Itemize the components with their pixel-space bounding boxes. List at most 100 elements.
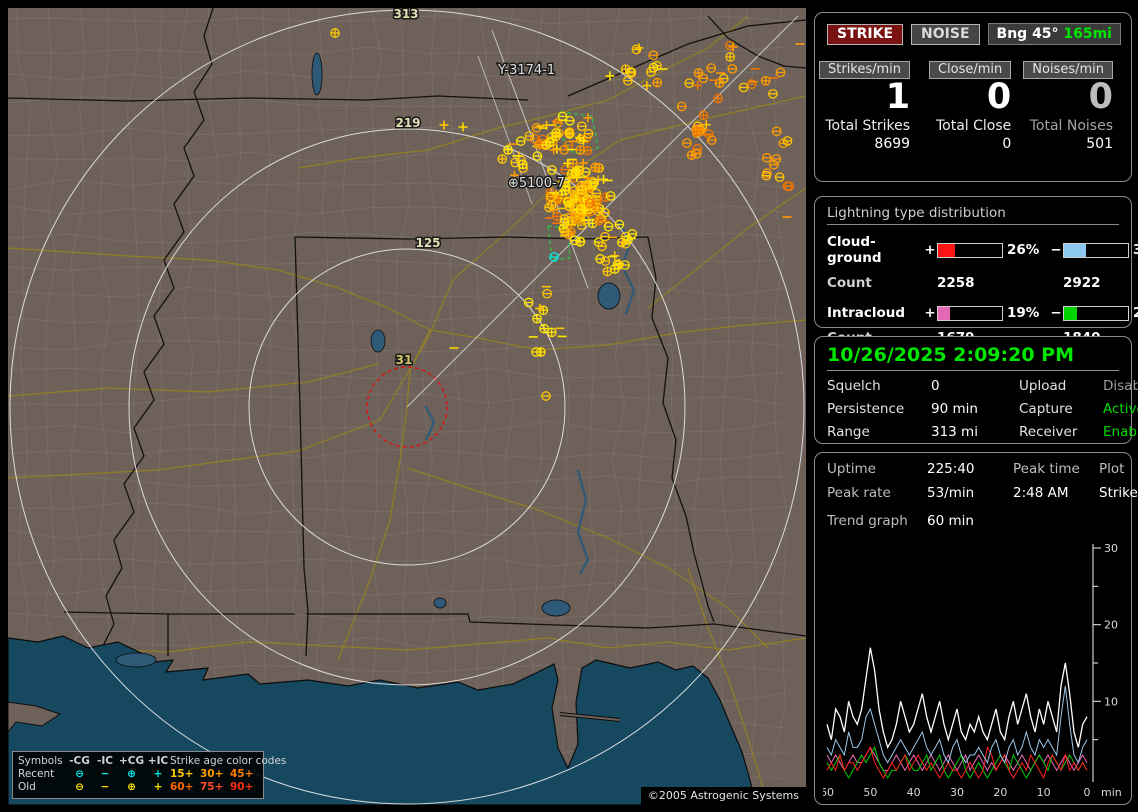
pos-cg-old-icon: ⊕ [127,781,136,793]
noises-per-min-value: 0 [1088,77,1113,117]
lightning-map[interactable]: 313 219 125 31 Y-3174-1 ⊕5100-7 Symbols -CG -… [8,8,806,805]
uptime-label: Uptime [827,461,876,477]
svg-text:31: 31 [396,353,413,367]
total-close-label: Total Close [935,117,1012,134]
peak-rate-value: 53/min [927,485,975,501]
minus-sign: − [1050,305,1062,321]
svg-text:0: 0 [1084,786,1091,799]
svg-text:10: 10 [1104,695,1118,708]
svg-text:30: 30 [1104,542,1118,555]
svg-text:20: 20 [1104,619,1118,632]
ic-negative-bar [1063,305,1129,321]
total-strikes-value: 8699 [874,135,911,152]
copyright-notice: ©2005 Astrogenic Systems [640,787,806,805]
session-panel: 10/26/2025 2:09:20 PM Squelch 0 Upload D… [814,336,1138,444]
cg-negative-count: 2922 [1063,275,1101,291]
cg-negative-pct: 34% [1133,242,1138,258]
neg-cg-old-icon: ⊖ [75,781,84,793]
close-column: Close/min 0 Total Close 0 [922,58,1023,152]
age-90: 90+ [230,781,254,793]
svg-text:60: 60 [823,786,834,799]
legend-row-old-label: Old [18,781,36,793]
current-datetime: 10/26/2025 2:09:20 PM [827,344,1119,371]
total-noises-value: 501 [1086,135,1113,152]
lightning-distribution-panel: Lightning type distribution Cloud-ground… [814,196,1138,346]
squelch-value: 0 [931,378,940,394]
receiver-status: Enabled [1103,424,1138,440]
trend-graph-label: Trend graph [827,513,908,529]
capture-status: Active [1103,401,1138,417]
legend-col-nic: -IC [97,755,113,767]
peak-time-label: Peak time [1013,461,1080,477]
peak-rate-label: Peak rate [827,485,891,501]
distribution-title: Lightning type distribution [827,205,1119,225]
total-strikes-label: Total Strikes [825,117,911,134]
svg-text:Y-3174-1: Y-3174-1 [497,63,555,78]
ic-negative-pct: 21% [1133,305,1138,321]
svg-text:⊕5100-7: ⊕5100-7 [508,176,565,191]
bearing-distance: 165mi [1063,26,1112,42]
peak-time-value: 2:48 AM [1013,485,1069,501]
legend-symbols-header: Symbols [18,755,63,767]
strike-mode-button[interactable]: STRIKE [827,23,904,45]
pos-ic-recent-icon: + [153,768,163,780]
age-30: 30+ [200,768,224,780]
noises-column: Noises/min 0 Total Noises 501 [1023,58,1125,152]
legend-col-pic: +IC [147,755,169,767]
minus-sign: − [1050,242,1062,258]
upload-label: Upload [1019,378,1067,394]
noise-mode-button[interactable]: NOISE [911,23,980,45]
bearing-value: Bng 45° [996,26,1059,42]
cg-positive-pct: 26% [1007,242,1040,258]
age-60: 60+ [170,781,194,793]
strikes-per-min-value: 1 [885,77,911,117]
legend-col-ncg: -CG [69,755,90,767]
app-window: { "status": { "strike_btn": "STRIKE", "n… [0,0,1138,812]
uptime-value: 225:40 [927,461,975,477]
svg-text:30: 30 [950,786,964,799]
svg-text:125: 125 [415,236,440,250]
stats-trend-panel: Uptime 225:40 Peak time Plot Peak rate 5… [814,452,1138,805]
plot-value: Strike [1099,485,1138,501]
persistence-value: 90 min [931,401,978,417]
plus-sign: + [924,242,936,258]
trend-graph: 10 20 30 60 50 40 30 20 10 0 min [823,542,1122,799]
range-label: Range [827,424,870,440]
total-noises-label: Total Noises [1029,117,1113,134]
range-value: 313 mi [931,424,978,440]
svg-text:40: 40 [907,786,921,799]
cg-positive-bar [937,242,1003,258]
legend-age-header: Strike age color codes [170,755,287,767]
squelch-label: Squelch [827,378,881,394]
total-close-value: 0 [1002,135,1012,152]
pos-ic-old-icon: + [153,781,163,793]
intracloud-label: Intracloud [827,305,906,321]
age-15: 15+ [170,768,194,780]
trend-window-value: 60 min [927,513,974,529]
cg-positive-count: 2258 [937,275,975,291]
bearing-readout: Bng 45° 165mi [987,23,1121,45]
cg-negative-bar [1063,242,1129,258]
neg-cg-recent-icon: ⊖ [75,768,84,780]
persistence-label: Persistence [827,401,905,417]
capture-label: Capture [1019,401,1073,417]
legend-row-recent-label: Recent [18,768,55,780]
svg-text:50: 50 [863,786,877,799]
neg-ic-old-icon: − [100,781,110,793]
cg-count-label: Count [827,275,872,291]
plot-label: Plot [1099,461,1125,477]
map-canvas[interactable]: 313 219 125 31 Y-3174-1 ⊕5100-7 [8,8,806,805]
strikes-column: Strikes/min 1 Total Strikes 8699 [819,58,922,152]
neg-ic-recent-icon: − [100,768,110,780]
receiver-label: Receiver [1019,424,1078,440]
strike-counter-panel: STRIKE NOISE Bng 45° 165mi Strikes/min 1… [814,12,1132,182]
svg-text:219: 219 [395,116,420,130]
svg-text:min: min [1101,786,1122,799]
legend-col-pcg: +CG [118,755,145,767]
svg-text:10: 10 [1037,786,1051,799]
cloud-ground-label: Cloud-ground [827,234,882,266]
pos-cg-recent-icon: ⊕ [127,768,136,780]
upload-status: Disabled [1103,378,1138,394]
map-legend: Symbols -CG -IC +CG +IC Strike age color… [12,751,287,799]
plus-sign: + [924,305,936,321]
